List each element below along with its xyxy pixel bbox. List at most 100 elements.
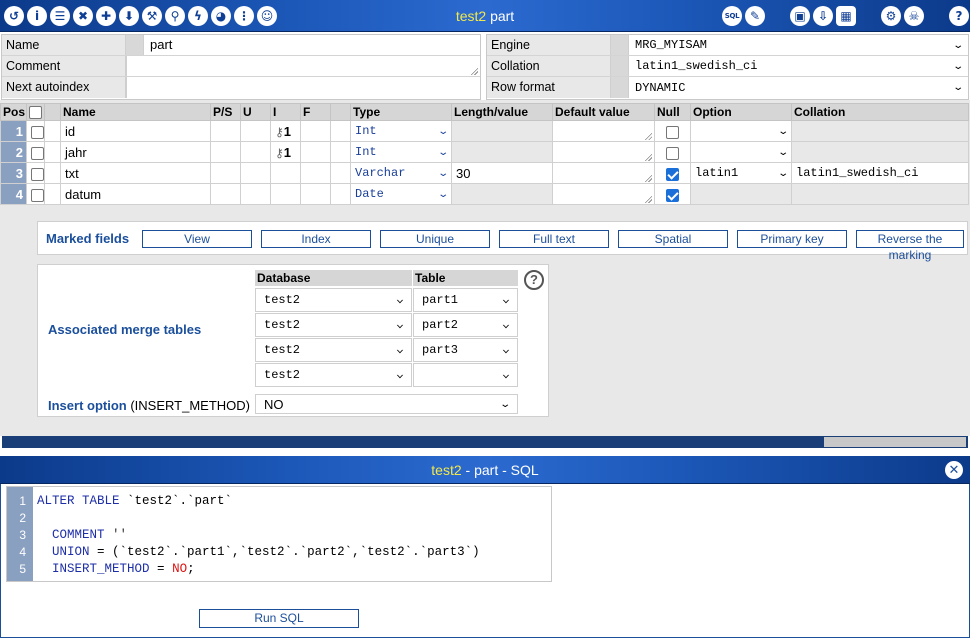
- resize-handle-icon[interactable]: [644, 195, 652, 204]
- ps-cell[interactable]: [210, 183, 241, 206]
- row-checkbox[interactable]: [26, 141, 45, 164]
- ps-cell[interactable]: [210, 141, 241, 164]
- index-button[interactable]: Index: [261, 230, 371, 248]
- null-checkbox[interactable]: [654, 183, 691, 206]
- gear-icon[interactable]: ⚙: [881, 6, 901, 26]
- merge-db-select[interactable]: test2 ⌄: [255, 338, 412, 362]
- row-checkbox[interactable]: [26, 183, 45, 206]
- length-input[interactable]: 30: [451, 162, 553, 185]
- default-textarea[interactable]: [552, 183, 655, 206]
- name-label: Name: [2, 35, 126, 55]
- marked-fields-panel: Marked fields View Index Unique Full tex…: [37, 221, 968, 262]
- u-cell[interactable]: [240, 141, 271, 164]
- resize-handle-icon[interactable]: [644, 174, 652, 183]
- col-header-null: Null: [654, 102, 691, 122]
- default-textarea[interactable]: [552, 141, 655, 164]
- merge-table-select[interactable]: part3 ⌄: [413, 338, 518, 362]
- column-name-input[interactable]: txt: [60, 162, 211, 185]
- sql-editor[interactable]: 1 2 3 4 5 ALTER TABLE `test2`.`part` COM…: [6, 486, 552, 582]
- collation-cell: [791, 120, 969, 143]
- ps-cell[interactable]: [210, 162, 241, 185]
- reverse-marking-button[interactable]: Reverse the marking: [856, 230, 964, 262]
- scrollbar-thumb[interactable]: [824, 437, 966, 447]
- type-select[interactable]: Int ⌄: [350, 120, 452, 143]
- resize-handle-icon[interactable]: [644, 132, 652, 141]
- chevron-down-icon: ⌄: [951, 60, 964, 72]
- row-checkbox[interactable]: [26, 162, 45, 185]
- chevron-down-icon: ⌄: [501, 370, 511, 381]
- fulltext-button[interactable]: Full text: [499, 230, 609, 248]
- null-checkbox[interactable]: [654, 162, 691, 185]
- primary-key-button[interactable]: Primary key: [737, 230, 847, 248]
- comment-textarea[interactable]: [126, 56, 480, 76]
- col-header-option: Option: [690, 102, 792, 122]
- merge-table-select[interactable]: part1 ⌄: [413, 288, 518, 312]
- row-pos: 3: [0, 162, 27, 185]
- index-cell[interactable]: [270, 183, 301, 206]
- f-cell[interactable]: [300, 162, 331, 185]
- length-input[interactable]: [451, 183, 553, 206]
- help-icon[interactable]: ?: [524, 270, 544, 290]
- column-name-input[interactable]: jahr: [60, 141, 211, 164]
- run-sql-button[interactable]: Run SQL: [199, 609, 359, 628]
- option-select[interactable]: ⌄: [690, 141, 792, 164]
- select-all-checkbox[interactable]: [26, 102, 45, 122]
- f-cell[interactable]: [300, 141, 331, 164]
- type-select[interactable]: Int ⌄: [350, 141, 452, 164]
- insert-option-label: Insert option (INSERT_METHOD): [48, 398, 250, 413]
- option-select[interactable]: ⌄: [690, 120, 792, 143]
- row-checkbox[interactable]: [26, 120, 45, 143]
- engine-select[interactable]: MRG_MYISAM ⌄: [629, 35, 968, 55]
- index-cell[interactable]: ⚷1: [270, 120, 301, 143]
- help-icon[interactable]: ?: [949, 6, 969, 26]
- resize-handle-icon[interactable]: [644, 153, 652, 162]
- sql-icon[interactable]: SQL: [722, 6, 742, 26]
- null-checkbox[interactable]: [654, 120, 691, 143]
- spatial-button[interactable]: Spatial: [618, 230, 728, 248]
- null-checkbox[interactable]: [654, 141, 691, 164]
- u-cell[interactable]: [240, 183, 271, 206]
- u-cell[interactable]: [240, 162, 271, 185]
- close-icon[interactable]: ✕: [945, 461, 963, 479]
- merge-db-select[interactable]: test2 ⌄: [255, 288, 412, 312]
- resize-handle-icon[interactable]: [470, 67, 478, 75]
- code-line: COMMENT '': [52, 528, 128, 542]
- insert-option-title: Insert option: [48, 398, 127, 413]
- f-cell[interactable]: [300, 120, 331, 143]
- merge-db-select[interactable]: test2 ⌄: [255, 313, 412, 337]
- rowformat-select[interactable]: DYNAMIC ⌄: [629, 77, 968, 98]
- calculator-icon[interactable]: ▦: [836, 6, 856, 26]
- view-button[interactable]: View: [142, 230, 252, 248]
- insert-method-select[interactable]: NO ⌄: [255, 394, 518, 414]
- col-header-default: Default value: [552, 102, 655, 122]
- length-input[interactable]: [451, 141, 553, 164]
- import-icon[interactable]: ⇩: [813, 6, 833, 26]
- col-header-length: Length/value: [451, 102, 553, 122]
- column-name-input[interactable]: datum: [60, 183, 211, 206]
- collation-cell[interactable]: latin1_swedish_ci: [791, 162, 969, 185]
- line-number: 5: [19, 562, 26, 576]
- default-textarea[interactable]: [552, 162, 655, 185]
- unique-button[interactable]: Unique: [380, 230, 490, 248]
- u-cell[interactable]: [240, 120, 271, 143]
- merge-table-select[interactable]: part2 ⌄: [413, 313, 518, 337]
- skull-icon[interactable]: ☠: [904, 6, 924, 26]
- type-select[interactable]: Date ⌄: [350, 183, 452, 206]
- f-cell[interactable]: [300, 183, 331, 206]
- index-cell[interactable]: ⚷1: [270, 141, 301, 164]
- type-select[interactable]: Varchar ⌄: [350, 162, 452, 185]
- option-select[interactable]: latin1 ⌄: [690, 162, 792, 185]
- ps-cell[interactable]: [210, 120, 241, 143]
- index-cell[interactable]: [270, 162, 301, 185]
- save-icon[interactable]: ▣: [790, 6, 810, 26]
- merge-db-select[interactable]: test2 ⌄: [255, 363, 412, 387]
- column-name-input[interactable]: id: [60, 120, 211, 143]
- horizontal-scrollbar[interactable]: [2, 436, 968, 448]
- collation-select[interactable]: latin1_swedish_ci ⌄: [629, 56, 968, 76]
- pencil-icon[interactable]: ✎: [745, 6, 765, 26]
- length-input[interactable]: [451, 120, 553, 143]
- autoindex-input[interactable]: [126, 77, 480, 98]
- table-name-input[interactable]: part: [144, 35, 480, 55]
- merge-table-select[interactable]: ⌄: [413, 363, 518, 387]
- default-textarea[interactable]: [552, 120, 655, 143]
